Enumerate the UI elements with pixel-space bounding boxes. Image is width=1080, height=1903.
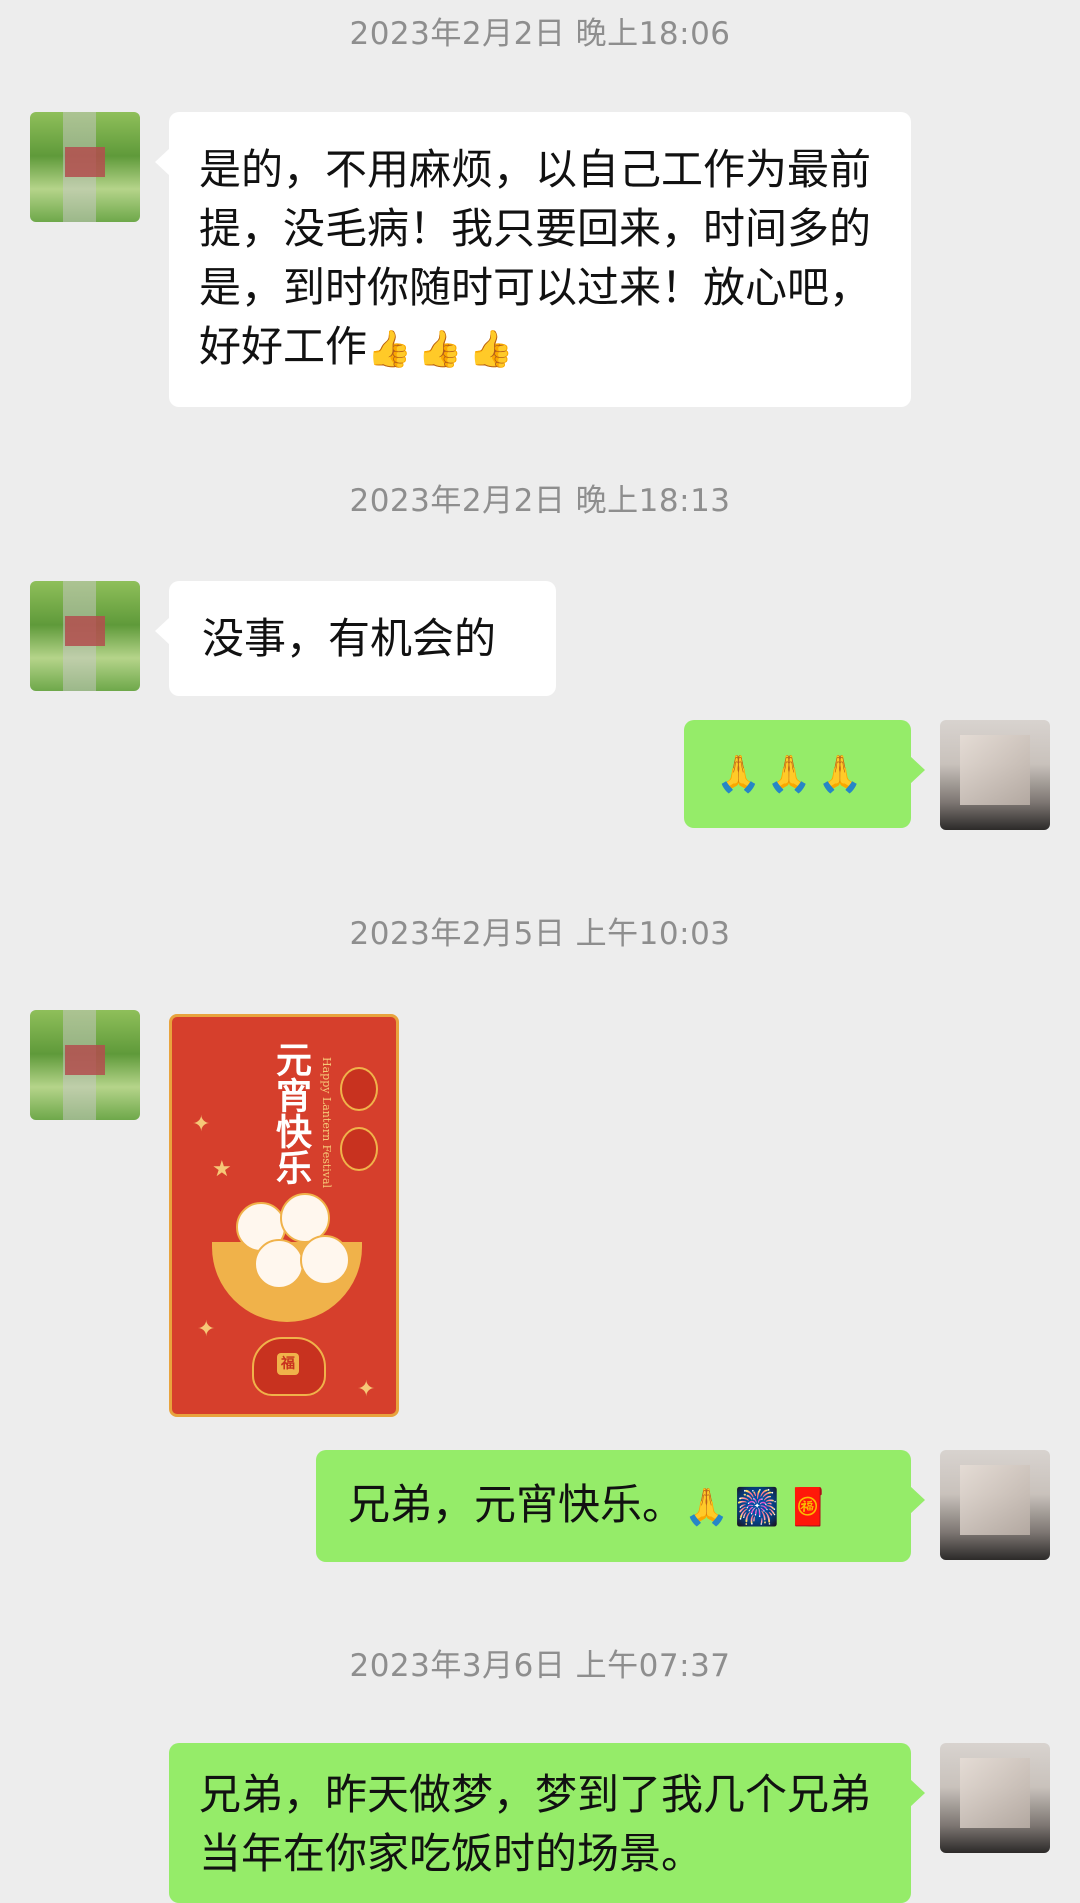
star-icon: ✦ [192, 1112, 211, 1137]
sticker-subtitle: Happy Lantern Festival [320, 1057, 333, 1189]
timestamp: 2023年3月6日 上午07:37 [349, 1648, 731, 1684]
message-bubble-outgoing[interactable]: 🙏🙏🙏 [684, 720, 925, 828]
lucky-bag-icon: 福 [252, 1337, 326, 1396]
self-avatar[interactable] [940, 720, 1050, 830]
message-bubble-outgoing[interactable]: 兄弟，昨天做梦，梦到了我几个兄弟当年在你家吃饭时的场景。 [169, 1743, 925, 1903]
self-avatar[interactable] [940, 1450, 1050, 1560]
star-icon: ✦ [197, 1317, 216, 1342]
self-avatar[interactable] [940, 1743, 1050, 1853]
lantern-icon [340, 1127, 378, 1171]
timestamp: 2023年2月5日 上午10:03 [349, 916, 731, 952]
friend-avatar[interactable] [30, 1010, 140, 1120]
sticker-title: 元宵快乐 [270, 1041, 311, 1185]
festival-emoji: 🙏🎆🧧 [684, 1487, 837, 1528]
friend-avatar[interactable] [30, 112, 140, 222]
lantern-festival-sticker[interactable]: 元宵快乐 Happy Lantern Festival 福 ✦ ★ ✦ ✦ [169, 1014, 399, 1417]
message-bubble-incoming[interactable]: 没事，有机会的 [155, 581, 556, 696]
message-text: 兄弟，元宵快乐。 [348, 1480, 685, 1529]
timestamp: 2023年2月2日 晚上18:06 [349, 16, 731, 52]
lantern-icon [340, 1067, 378, 1111]
tangyuan-icon [300, 1235, 350, 1285]
message-bubble-incoming[interactable]: 是的，不用麻烦，以自己工作为最前提，没毛病！我只要回来，时间多的是，到时你随时可… [155, 112, 911, 407]
message-text: 没事，有机会的 [202, 614, 497, 663]
timestamp: 2023年2月2日 晚上18:13 [349, 483, 731, 519]
message-text: 兄弟，昨天做梦，梦到了我几个兄弟当年在你家吃饭时的场景。 [199, 1770, 872, 1878]
praying-hands-emoji: 🙏🙏🙏 [716, 754, 869, 795]
friend-avatar[interactable] [30, 581, 140, 691]
star-icon: ✦ [357, 1377, 376, 1402]
star-icon: ★ [212, 1157, 232, 1182]
tangyuan-icon [254, 1239, 304, 1289]
message-bubble-outgoing[interactable]: 兄弟，元宵快乐。🙏🎆🧧 [316, 1450, 925, 1562]
message-text: 是的，不用麻烦，以自己工作为最前提，没毛病！我只要回来，时间多的是，到时你随时可… [199, 145, 872, 371]
thumbs-up-emoji: 👍👍👍 [367, 329, 520, 370]
